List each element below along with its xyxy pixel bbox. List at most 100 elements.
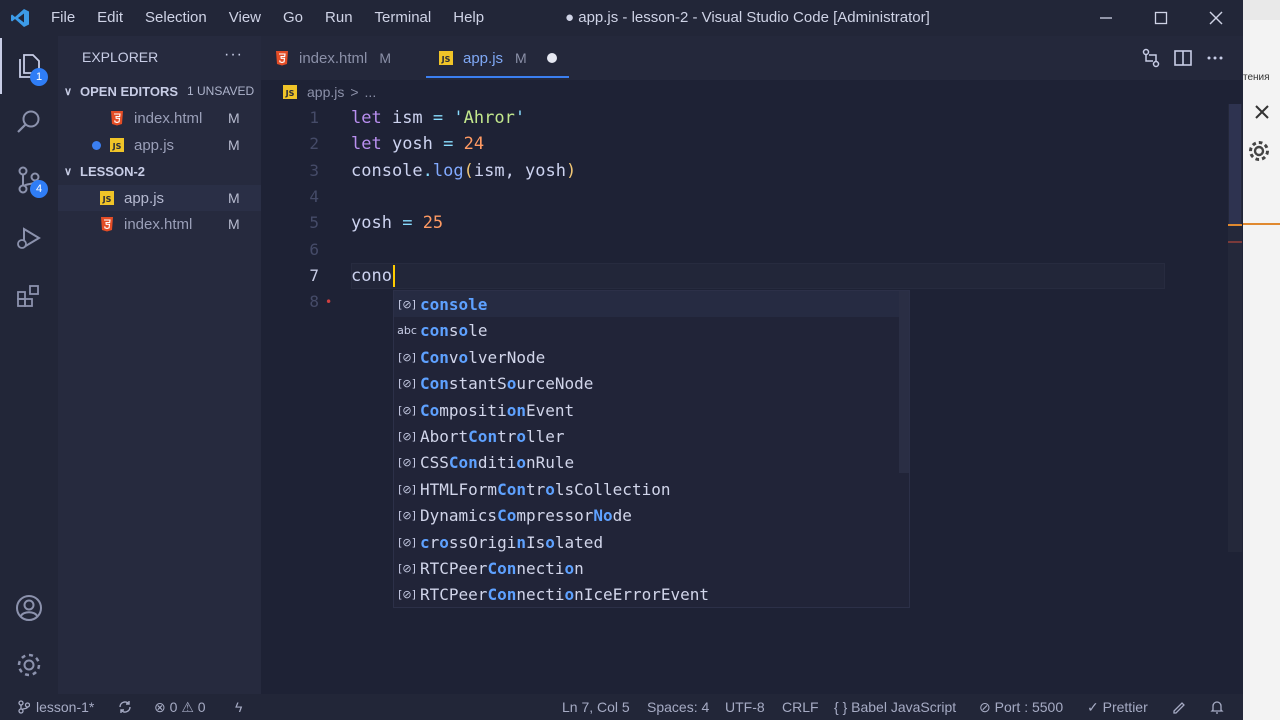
maximize-button[interactable] bbox=[1133, 0, 1188, 36]
folder-header[interactable]: ∨ LESSON-2 bbox=[58, 158, 261, 184]
variable-icon: [⊘] bbox=[398, 508, 416, 522]
overview-marker bbox=[1228, 224, 1242, 226]
unsaved-count: 1 UNSAVED bbox=[187, 84, 255, 98]
close-icon[interactable] bbox=[1254, 104, 1270, 125]
suggestion-item[interactable]: [⊘] c r o ssOrigi n Is o lated bbox=[394, 529, 900, 555]
modified-mark: M bbox=[379, 50, 392, 66]
feedback-icon[interactable] bbox=[1172, 694, 1188, 720]
problems-indicator[interactable]: ⊗ 0 ⚠ 0 bbox=[154, 694, 206, 720]
suggestion-item[interactable]: [⊘] Con stantS o urceNode bbox=[394, 370, 900, 396]
tab-index-html[interactable]: index.html M bbox=[275, 36, 391, 80]
prettier-status[interactable]: ✓ Prettier bbox=[1087, 694, 1148, 720]
js-file-icon: JS bbox=[283, 85, 297, 99]
menu-edit[interactable]: Edit bbox=[86, 0, 134, 36]
breadcrumb: JS app.js > ... bbox=[283, 80, 376, 104]
braces-icon: { } bbox=[834, 699, 848, 715]
js-file-icon: JS bbox=[110, 138, 124, 152]
file-name: app.js bbox=[134, 136, 175, 154]
menu-go[interactable]: Go bbox=[272, 0, 314, 36]
breadcrumb-symbol[interactable]: ... bbox=[365, 84, 377, 100]
tree-item-app-js[interactable]: JS app.js M bbox=[58, 185, 261, 211]
tab-label: index.html bbox=[299, 49, 368, 67]
explorer-sidebar: EXPLORER ··· ∨ OPEN EDITORS 1 UNSAVED in… bbox=[58, 36, 261, 694]
open-editor-app-js[interactable]: JS app.js M bbox=[58, 132, 261, 158]
file-name: index.html bbox=[124, 215, 193, 233]
notifications-bell-icon[interactable] bbox=[1209, 694, 1225, 720]
menu-file[interactable]: File bbox=[40, 0, 86, 36]
error-count: 0 bbox=[169, 699, 178, 715]
breadcrumb-file[interactable]: app.js bbox=[307, 84, 344, 100]
run-debug-icon bbox=[17, 227, 41, 249]
unsaved-dot-icon[interactable] bbox=[92, 141, 101, 150]
suggestion-item[interactable]: [⊘] RTCPeer Con necti o n bbox=[394, 555, 900, 581]
modified-mark: M bbox=[228, 137, 240, 153]
file-name: index.html bbox=[134, 109, 203, 127]
tree-item-index-html[interactable]: index.html M bbox=[58, 211, 261, 237]
breadcrumb-separator: > bbox=[350, 84, 359, 100]
explorer-more-button[interactable]: ··· bbox=[224, 46, 243, 64]
live-server-port[interactable]: ⊘ Port : 5500 bbox=[979, 694, 1063, 720]
menu-selection[interactable]: Selection bbox=[134, 0, 218, 36]
suggestion-item[interactable]: [⊘] Dynamics Co mpressor No de bbox=[394, 502, 900, 528]
activity-search[interactable] bbox=[0, 94, 58, 150]
html5-icon bbox=[101, 217, 113, 232]
js-file-icon: JS bbox=[100, 191, 114, 205]
unsaved-dot-icon[interactable] bbox=[546, 53, 557, 63]
warning-icon: ⚠ bbox=[181, 699, 194, 715]
split-editor-icon[interactable] bbox=[1173, 48, 1193, 68]
code-line: 1 let ism = 'Ahror' bbox=[261, 105, 1243, 131]
menu-help[interactable]: Help bbox=[442, 0, 495, 36]
sync-icon[interactable] bbox=[117, 694, 133, 720]
search-icon bbox=[17, 110, 40, 133]
error-icon: ⊗ bbox=[154, 699, 166, 715]
overview-marker bbox=[1228, 241, 1242, 243]
close-window-button[interactable] bbox=[1188, 0, 1243, 36]
minimize-button[interactable] bbox=[1078, 0, 1133, 36]
menu-view[interactable]: View bbox=[218, 0, 272, 36]
open-changes-icon[interactable] bbox=[1141, 48, 1161, 68]
variable-icon: [⊘] bbox=[398, 587, 416, 601]
window-title: ● app.js - lesson-2 - Visual Studio Code… bbox=[565, 9, 930, 26]
account-icon bbox=[16, 595, 42, 621]
tab-app-js[interactable]: JS app.js M bbox=[439, 36, 557, 80]
line-number: 8 bbox=[309, 292, 319, 311]
language-mode[interactable]: { } Babel JavaScript bbox=[834, 694, 956, 720]
suggestion-item[interactable]: abc con s o le bbox=[394, 317, 900, 343]
suggestion-item[interactable]: [⊘] Co mpositi on Event bbox=[394, 397, 900, 423]
end-of-line[interactable]: CRLF bbox=[782, 694, 819, 720]
active-tab-indicator bbox=[426, 76, 569, 78]
active-indicator bbox=[0, 38, 2, 94]
suggestions-scrollbar[interactable] bbox=[899, 291, 909, 473]
menu-terminal[interactable]: Terminal bbox=[364, 0, 443, 36]
suggestion-item[interactable]: [⊘] RTCPeer Con necti o nIceErrorEvent bbox=[394, 581, 900, 607]
indentation[interactable]: Spaces: 4 bbox=[647, 694, 709, 720]
activity-explorer[interactable]: 1 bbox=[0, 38, 58, 94]
suggestion-item[interactable]: [⊘] HTMLForm Con tr o lsCollection bbox=[394, 476, 900, 502]
activity-extensions[interactable] bbox=[0, 268, 58, 324]
editor-scrollbar-thumb[interactable] bbox=[1229, 104, 1241, 224]
more-actions-icon[interactable] bbox=[1205, 48, 1225, 68]
lightning-icon[interactable]: ϟ bbox=[235, 694, 242, 720]
gear-icon[interactable] bbox=[1246, 138, 1272, 169]
html5-icon bbox=[111, 111, 123, 126]
suggestion-item[interactable]: [⊘] Abort Con tr o ller bbox=[394, 423, 900, 449]
open-editors-header[interactable]: ∨ OPEN EDITORS 1 UNSAVED bbox=[58, 78, 261, 104]
suggestion-item[interactable]: [⊘] CSS Con diti o nRule bbox=[394, 449, 900, 475]
chevron-down-icon: ∨ bbox=[64, 85, 73, 98]
html5-icon bbox=[276, 51, 288, 66]
encoding[interactable]: UTF-8 bbox=[725, 694, 765, 720]
menu-run[interactable]: Run bbox=[314, 0, 364, 36]
branch-indicator[interactable]: lesson-1* bbox=[18, 694, 94, 720]
variable-icon: [⊘] bbox=[398, 350, 416, 364]
activity-manage[interactable] bbox=[0, 637, 58, 693]
vscode-logo-icon bbox=[0, 0, 40, 36]
open-editor-index-html[interactable]: index.html M bbox=[58, 105, 261, 131]
cursor-position[interactable]: Ln 7, Col 5 bbox=[562, 694, 630, 720]
variable-icon: [⊘] bbox=[398, 376, 416, 390]
activity-accounts[interactable] bbox=[0, 580, 58, 636]
activity-run-debug[interactable] bbox=[0, 210, 58, 266]
suggestion-item-selected[interactable]: [⊘] cons o le bbox=[394, 291, 900, 317]
code-line: 3 console.log(ism, yosh) bbox=[261, 158, 1243, 184]
suggestion-item[interactable]: [⊘] Con v o lverNode bbox=[394, 344, 900, 370]
activity-source-control[interactable]: 4 bbox=[0, 152, 58, 208]
